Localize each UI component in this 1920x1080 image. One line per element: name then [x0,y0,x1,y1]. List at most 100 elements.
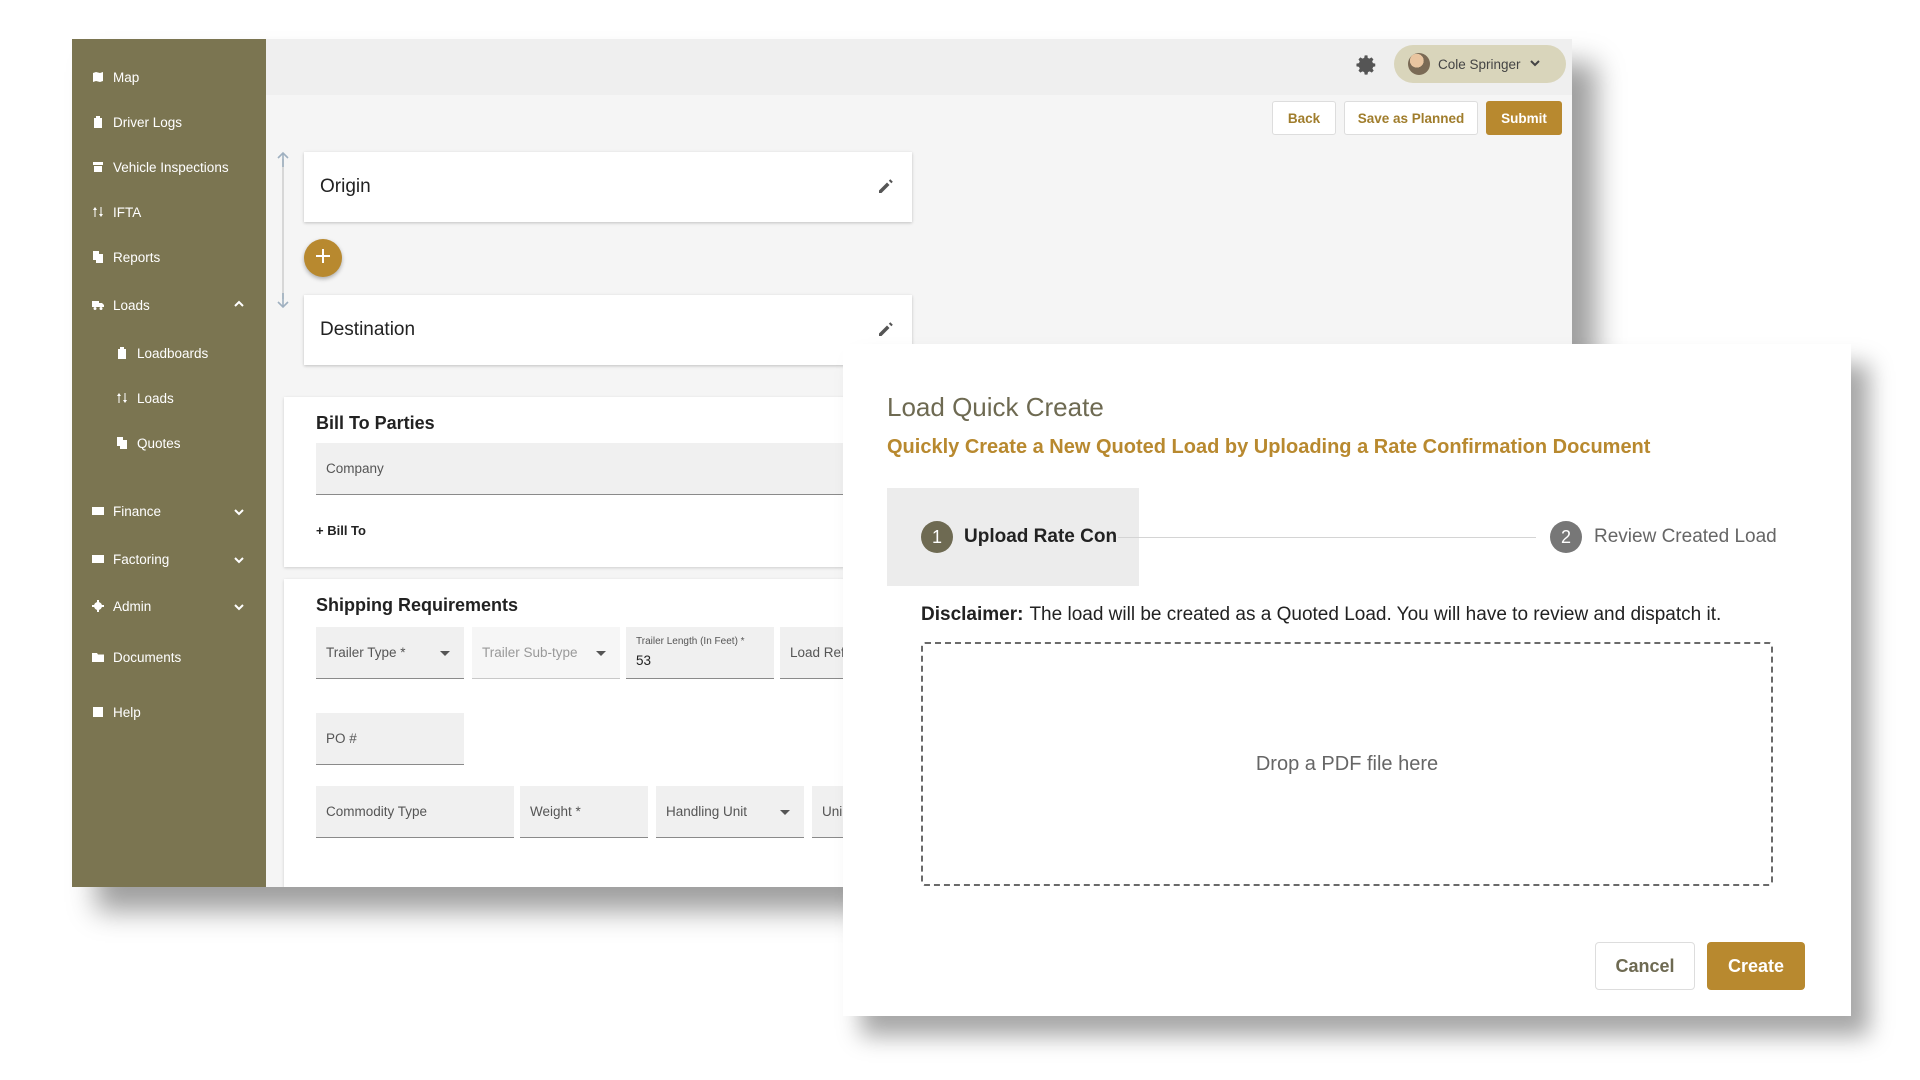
origin-label: Origin [320,176,371,197]
plus-icon [314,247,332,270]
trailer-length-label: Trailer Length (In Feet) * [636,636,745,647]
gear-icon [1356,54,1378,81]
sidebar-item-label: Loads [137,390,174,406]
sidebar-item-label: Finance [113,503,162,519]
step-1-number: 1 [921,521,953,553]
chevron-down-icon[interactable] [232,600,246,614]
trailer-length-value: 53 [636,653,652,668]
chevron-down-icon [1529,57,1541,72]
sidebar-item-help[interactable]: Help [92,702,141,722]
trailer-subtype-select[interactable]: Trailer Sub-type [472,627,620,679]
trailer-type-select[interactable]: Trailer Type * [316,627,464,679]
origin-card[interactable]: Origin [304,152,912,222]
sidebar-item-driver-logs[interactable]: Driver Logs [92,112,182,132]
sidebar-item-vehicle-inspections[interactable]: Vehicle Inspections [92,157,229,177]
route-connector [282,159,284,299]
destination-card[interactable]: Destination [304,295,912,365]
po-label: PO # [326,731,357,746]
money-icon [92,505,104,517]
load-quick-create-dialog: Load Quick Create Quickly Create a New Q… [843,344,1851,1016]
create-button[interactable]: Create [1707,942,1805,990]
cancel-button[interactable]: Cancel [1595,942,1695,990]
file-copy-icon [92,251,104,263]
sidebar-item-quotes[interactable]: Quotes [116,433,181,453]
truck-icon [92,299,104,311]
sidebar-item-label: Vehicle Inspections [113,159,229,175]
disclaimer-label: Disclaimer: [921,604,1024,625]
save-as-planned-button[interactable]: Save as Planned [1344,101,1478,135]
drop-zone-text: Drop a PDF file here [1255,752,1439,775]
sidebar-item-label: Admin [113,598,152,614]
swap-icon [92,206,104,218]
add-bill-to-button[interactable]: + Bill To [316,523,366,538]
sidebar-item-factoring[interactable]: Factoring [92,549,169,569]
chevron-down-icon[interactable] [232,505,246,519]
gear-icon [92,600,104,612]
po-field[interactable]: PO # [316,713,464,765]
trailer-length-field[interactable]: Trailer Length (In Feet) * 53 [626,627,774,679]
settings-button[interactable] [1352,52,1382,82]
sidebar-item-reports[interactable]: Reports [92,247,160,267]
company-placeholder: Company [326,461,384,476]
user-name: Cole Springer [1438,56,1521,72]
avatar [1408,53,1430,75]
trailer-type-label: Trailer Type * [326,645,406,660]
add-stop-button[interactable] [304,239,342,277]
sidebar-item-loads[interactable]: Loads [92,295,150,315]
sidebar-item-loads-sub[interactable]: Loads [116,388,174,408]
sidebar-item-admin[interactable]: Admin [92,596,151,616]
sidebar-item-label: Loads [113,297,150,313]
trailer-subtype-label: Trailer Sub-type [482,645,578,660]
sidebar-item-map[interactable]: Map [92,67,139,87]
step-2-number: 2 [1550,521,1582,553]
arrow-up-icon [274,151,292,169]
sidebar-item-label: Factoring [113,551,170,567]
clipboard-icon [92,116,104,128]
clipboard-icon [116,347,128,359]
load-ref-label: Load Ref [790,645,845,660]
step-2-label: Review Created Load [1594,526,1777,547]
weight-field[interactable]: Weight * [520,786,648,838]
sidebar-item-label: Quotes [137,435,181,451]
folder-icon [92,651,104,663]
swap-icon [116,392,128,404]
pencil-icon[interactable] [876,176,896,196]
weight-label: Weight * [530,804,581,819]
company-field[interactable]: Company [316,443,876,495]
dialog-title: Load Quick Create [887,392,1104,422]
section-title: Shipping Requirements [316,595,519,615]
sidebar-item-documents[interactable]: Documents [92,647,181,667]
sidebar-item-label: Loadboards [137,345,209,361]
sidebar-item-ifta[interactable]: IFTA [92,202,141,222]
submit-button[interactable]: Submit [1486,101,1562,135]
file-copy-icon [116,437,128,449]
step-1-label: Upload Rate Con [964,526,1118,547]
map-icon [92,71,104,83]
sidebar-item-label: Map [113,69,140,85]
pencil-icon[interactable] [876,319,896,339]
sidebar-item-finance[interactable]: Finance [92,501,161,521]
archive-icon [92,161,104,173]
dialog-subtitle: Quickly Create a New Quoted Load by Uplo… [887,436,1651,458]
sidebar-item-label: Reports [113,249,161,265]
section-title: Bill To Parties [316,413,435,433]
handling-unit-select[interactable]: Handling Unit [656,786,804,838]
chevron-up-icon[interactable] [232,297,246,311]
chevron-down-icon[interactable] [232,553,246,567]
arrow-down-icon [274,291,292,309]
sidebar-item-label: IFTA [113,204,142,220]
commodity-type-label: Commodity Type [326,804,428,819]
handling-unit-label: Handling Unit [666,804,748,819]
sidebar-item-label: Documents [113,649,182,665]
user-menu[interactable]: Cole Springer [1394,45,1566,83]
sidebar-item-label: Driver Logs [113,114,183,130]
units-label: Uni [822,804,843,819]
commodity-type-field[interactable]: Commodity Type [316,786,514,838]
sidebar-item-label: Help [113,704,141,720]
back-button[interactable]: Back [1272,101,1336,135]
disclaimer-text: The load will be created as a Quoted Loa… [1029,604,1722,625]
sidebar: Map Driver Logs Vehicle Inspections IFTA… [72,39,266,887]
pdf-drop-zone[interactable]: Drop a PDF file here [921,642,1773,886]
stepper-connector [1118,537,1536,538]
sidebar-item-loadboards[interactable]: Loadboards [116,343,208,363]
